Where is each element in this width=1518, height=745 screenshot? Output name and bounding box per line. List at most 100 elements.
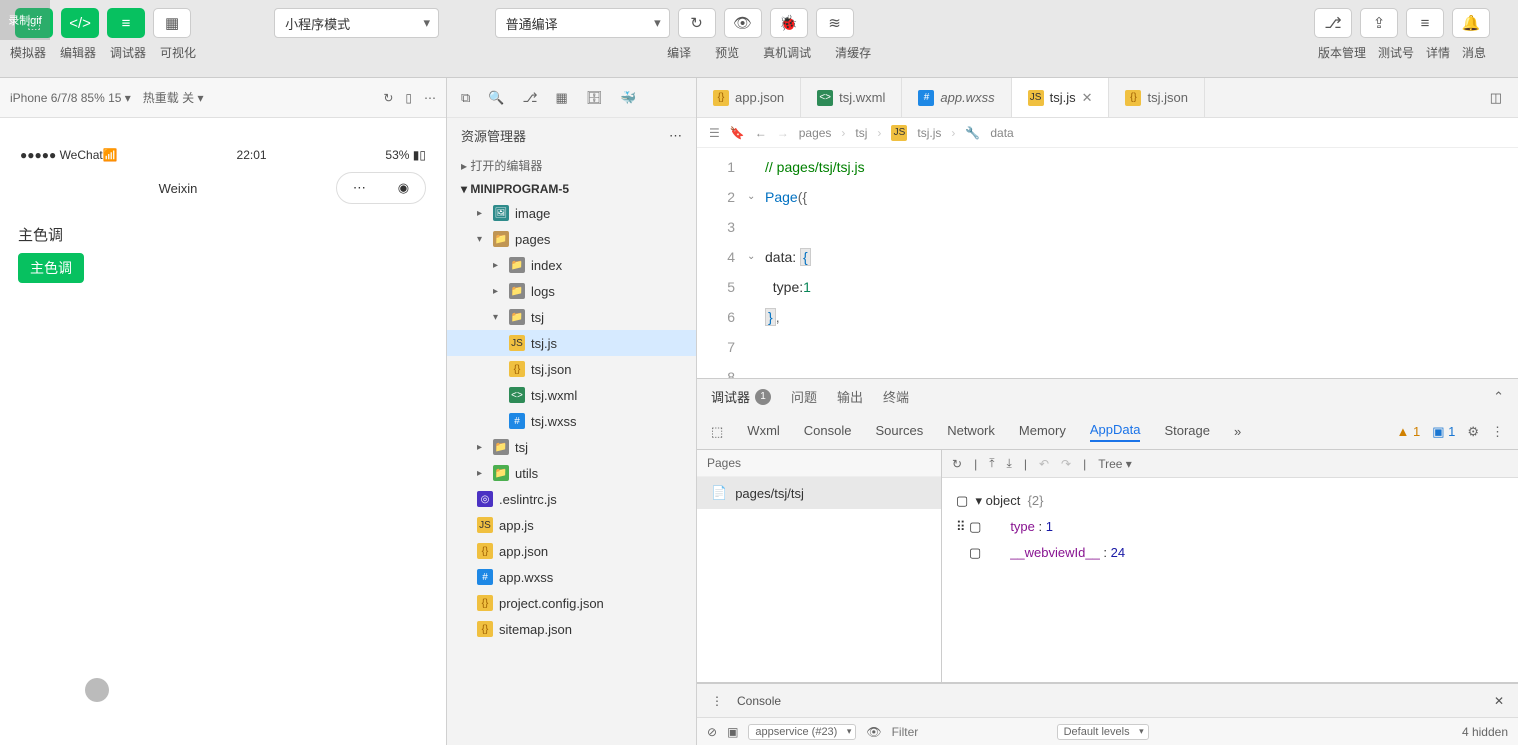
device-select[interactable]: iPhone 6/7/8 85% 15 ▾ (10, 91, 131, 105)
pages-item[interactable]: 📄pages/tsj/tsj (697, 477, 941, 509)
tab-appwxss[interactable]: #app.wxss (902, 78, 1011, 117)
compvis-button[interactable]: ▦ (153, 8, 191, 38)
close-icon[interactable]: ✕ (1082, 90, 1093, 106)
mode-select[interactable]: 小程序模式 (274, 8, 439, 38)
device-icon[interactable]: ▯ (405, 91, 412, 105)
debugger-button[interactable]: ≡ (107, 8, 145, 38)
dt-wxml[interactable]: Wxml (747, 423, 780, 441)
top-icon[interactable]: ▣ (727, 725, 738, 739)
more-icon[interactable]: ⋯ (424, 91, 436, 105)
bc-tsj[interactable]: tsj (855, 126, 867, 140)
folder-logs[interactable]: ▸📁logs (447, 278, 696, 304)
capsule[interactable]: ⋯◉ (336, 172, 426, 204)
preview-button[interactable]: 👁 (724, 8, 762, 38)
console-tab[interactable]: Console (737, 694, 781, 708)
label-clearcache: 清缓存 (835, 44, 871, 61)
panel-output[interactable]: 输出 (837, 387, 863, 406)
folder-tsj2[interactable]: ▸📁tsj (447, 434, 696, 460)
drawer-close-icon[interactable]: ✕ (1494, 694, 1504, 708)
more-tabs-icon[interactable]: » (1234, 424, 1241, 439)
file-tsj-wxml[interactable]: <>tsj.wxml (447, 382, 696, 408)
editor-button[interactable]: </> (61, 8, 99, 38)
bc-file[interactable]: tsj.js (917, 126, 941, 140)
list-icon[interactable]: ☰ (709, 126, 720, 140)
details-button[interactable]: ≡ (1406, 8, 1444, 38)
refresh-icon[interactable]: ↻ (383, 91, 393, 105)
file-appjs[interactable]: JSapp.js (447, 512, 696, 538)
tab-tsjjs[interactable]: JStsj.js✕ (1012, 78, 1110, 117)
folder-utils[interactable]: ▸📁utils (447, 460, 696, 486)
appdata-tree[interactable]: ▢ ▾ object {2} ⠿ ▢ type : 1 ▢ __webviewI… (942, 478, 1518, 576)
project-section[interactable]: ▾ MINIPROGRAM-5 (447, 178, 696, 200)
devtools-tabs: ⬚ Wxml Console Sources Network Memory Ap… (697, 414, 1518, 450)
dt-network[interactable]: Network (947, 423, 995, 441)
back-icon[interactable]: ← (755, 126, 767, 140)
files-icon[interactable]: ⧉ (461, 90, 470, 106)
file-sitemap[interactable]: {}sitemap.json (447, 616, 696, 642)
dt-memory[interactable]: Memory (1019, 423, 1066, 441)
file-eslint[interactable]: ◎.eslintrc.js (447, 486, 696, 512)
clear-cache-button[interactable]: ≋ (816, 8, 854, 38)
remote-debug-button[interactable]: 🐞 (770, 8, 808, 38)
eye-icon[interactable]: 👁 (866, 725, 881, 739)
compile-button[interactable]: ↻ (678, 8, 716, 38)
bc-data[interactable]: data (990, 126, 1013, 140)
compile-select[interactable]: 普通编译 (495, 8, 670, 38)
panel-terminal[interactable]: 终端 (883, 387, 909, 406)
folder-image[interactable]: ▸🖼image (447, 200, 696, 226)
context-select[interactable]: appservice (#23) (748, 724, 856, 740)
bc-pages[interactable]: pages (799, 126, 832, 140)
version-button[interactable]: ⎇ (1314, 8, 1352, 38)
folder-index[interactable]: ▸📁index (447, 252, 696, 278)
folder-pages[interactable]: ▾📁pages (447, 226, 696, 252)
tab-tsjwxml[interactable]: <>tsj.wxml (801, 78, 902, 117)
info-badge[interactable]: ▣ 1 (1432, 424, 1455, 440)
panel-problems[interactable]: 问题 (791, 387, 817, 406)
collapse-icon[interactable]: ⌃ (1493, 389, 1504, 405)
file-tsj-js[interactable]: JStsj.js (447, 330, 696, 356)
refresh-data-icon[interactable]: ↻ (952, 457, 962, 471)
dt-storage[interactable]: Storage (1164, 423, 1210, 441)
fwd-icon[interactable]: → (777, 126, 789, 140)
file-tsj-wxss[interactable]: #tsj.wxss (447, 408, 696, 434)
docker-icon[interactable]: 🐳 (620, 90, 636, 106)
dt-sources[interactable]: Sources (876, 423, 924, 441)
tab-tsjjson[interactable]: {}tsj.json (1109, 78, 1204, 117)
collapse-up-icon[interactable]: ⤒ (989, 456, 994, 471)
file-tsj-json[interactable]: {}tsj.json (447, 356, 696, 382)
folder-tsj[interactable]: ▾📁tsj (447, 304, 696, 330)
open-editors-section[interactable]: ▸ 打开的编辑器 (447, 153, 696, 178)
file-appjson[interactable]: {}app.json (447, 538, 696, 564)
search-icon[interactable]: 🔍 (488, 90, 504, 106)
notify-button[interactable]: 🔔 (1452, 8, 1490, 38)
redo-icon[interactable]: ↷ (1061, 457, 1071, 471)
collapse-down-icon[interactable]: ⤓ (1007, 456, 1012, 471)
upload-button[interactable]: ⇪ (1360, 8, 1398, 38)
hotreload-select[interactable]: 热重载 关 ▾ (143, 89, 204, 106)
devtools-more-icon[interactable]: ⋮ (1491, 424, 1504, 440)
dt-appdata[interactable]: AppData (1090, 422, 1141, 442)
file-appwxss[interactable]: #app.wxss (447, 564, 696, 590)
git-icon[interactable]: ⎇ (522, 90, 537, 106)
file-projcfg[interactable]: {}project.config.json (447, 590, 696, 616)
hidden-count[interactable]: 4 hidden (1462, 725, 1508, 739)
bookmark-icon[interactable]: 🔖 (730, 126, 745, 140)
undo-icon[interactable]: ↶ (1039, 457, 1049, 471)
db-icon[interactable]: 🗄 (586, 90, 603, 106)
ext-icon[interactable]: ▦ (555, 90, 567, 106)
levels-select[interactable]: Default levels (1057, 724, 1149, 740)
stop-icon[interactable]: ⊘ (707, 725, 717, 739)
split-editor-icon[interactable]: ◫ (1474, 78, 1518, 117)
drawer-more-icon[interactable]: ⋮ (711, 694, 723, 708)
view-mode-select[interactable]: Tree ▾ (1098, 457, 1132, 471)
settings-icon[interactable]: ⚙ (1467, 424, 1479, 440)
code-editor[interactable]: 12345678 ⌄⌄ // pages/tsj/tsj.js Page({ d… (697, 148, 1518, 378)
inspect-icon[interactable]: ⬚ (711, 424, 723, 440)
dt-console[interactable]: Console (804, 423, 852, 441)
explorer-more-icon[interactable]: ⋯ (669, 128, 682, 144)
tab-appjson[interactable]: {}app.json (697, 78, 801, 117)
filter-input[interactable] (892, 725, 1047, 739)
warning-badge[interactable]: ▲ 1 (1396, 424, 1420, 439)
panel-debugger[interactable]: 调试器1 (711, 387, 771, 406)
theme-button[interactable]: 主色调 (18, 253, 84, 283)
